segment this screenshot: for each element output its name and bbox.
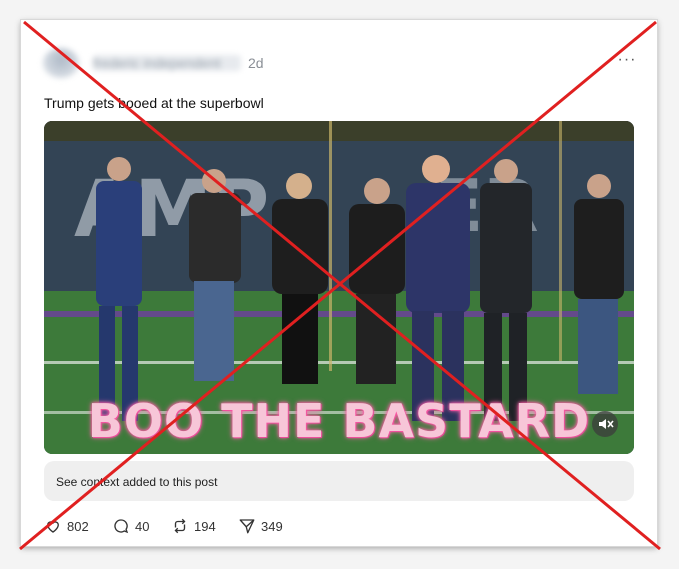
share-count: 349 (261, 518, 283, 534)
like-count: 802 (67, 518, 89, 534)
avatar[interactable] (43, 48, 79, 78)
post-card: frederic independent 2d ··· Trump gets b… (21, 20, 657, 546)
author-name[interactable]: frederic independent (93, 55, 241, 71)
send-icon (239, 519, 255, 534)
video-player[interactable]: AMP ER (44, 121, 634, 454)
video-caption: BOO THE BASTARD (87, 394, 591, 448)
action-bar: 802 40 194 349 (44, 516, 444, 536)
share-button[interactable]: 349 (238, 516, 283, 536)
post-text: Trump gets booed at the superbowl (44, 95, 264, 111)
heart-icon (47, 521, 59, 533)
like-button[interactable]: 802 (44, 516, 89, 536)
repost-button[interactable]: 194 (171, 516, 216, 536)
comment-count: 40 (135, 518, 150, 534)
mute-button[interactable] (592, 411, 618, 437)
repost-count: 194 (194, 518, 216, 534)
speaker-muted-icon (599, 419, 614, 429)
repost-icon (174, 518, 186, 534)
comment-button[interactable]: 40 (112, 516, 149, 536)
post-timestamp: 2d (248, 55, 264, 71)
context-note-text: See context added to this post (56, 475, 218, 489)
comment-bubble-icon (114, 519, 129, 534)
context-note-banner[interactable]: See context added to this post (44, 461, 634, 501)
more-options-button[interactable]: ··· (615, 50, 639, 70)
